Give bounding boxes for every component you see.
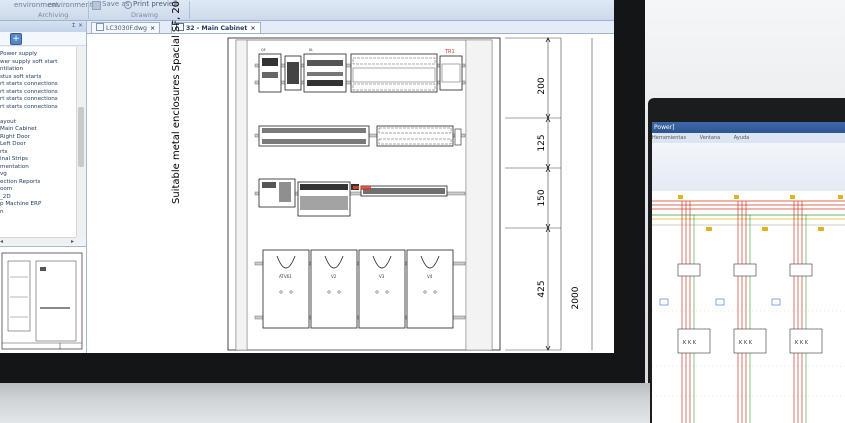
tree-item[interactable]: Power supply (0, 51, 37, 58)
document-tab-bar: LC3030F.dwg × 32 - Main Cabinet × (87, 21, 614, 34)
component-tag-tr1: TR1 (444, 49, 455, 55)
close-tab-icon[interactable]: × (150, 25, 155, 32)
drive-label-3: V3 (379, 274, 385, 279)
din-rail-row-3 (254, 178, 466, 217)
tree-item[interactable]: vg (0, 171, 7, 178)
group-label-archiving: Archiving (38, 11, 69, 19)
panel-toolbar: + (0, 32, 86, 46)
tab-lc3030f-dwg[interactable]: LC3030F.dwg × (91, 22, 161, 33)
drive-label-1: ATV61 (279, 274, 292, 279)
tree-item[interactable]: stus soft starts (0, 74, 41, 81)
secondary-ribbon (652, 143, 845, 192)
svg-text:K K K: K K K (795, 340, 809, 346)
tree-item[interactable]: p Machine ERP (0, 201, 41, 208)
ribbon-separator (189, 1, 190, 19)
dimension-total-2000: 2000 (571, 286, 581, 309)
tree-item[interactable]: ntilation (0, 66, 23, 73)
project-explorer-panel: ↥ × + Power supply wer supply soft start n… (0, 21, 87, 353)
dimension-150: 150 (537, 189, 547, 206)
tree-item[interactable]: rt starts connections (0, 96, 58, 103)
dwg-file-icon (96, 23, 104, 31)
tree-item[interactable]: wer supply soft start (0, 59, 58, 66)
main-monitor: environment environment Archiving Save a… (0, 0, 645, 383)
drawing-canvas[interactable]: Suitable metal enclosures Spacial SF, 20… (87, 0, 614, 353)
tree-item[interactable]: oom (0, 186, 12, 193)
dimension-125: 125 (537, 134, 547, 151)
project-tree: Power supply wer supply soft start ntilati… (0, 47, 76, 237)
din-rail-row-2 (254, 125, 466, 147)
secondary-menu-bar: Herramientas Ventana Ayuda (652, 133, 845, 143)
dimension-425: 425 (537, 280, 547, 297)
environment-button-2[interactable]: environment (48, 1, 93, 9)
svg-text:QF: QF (261, 48, 266, 52)
magnifier-icon (124, 1, 132, 9)
drive-label-2: V2 (331, 274, 337, 279)
tab-label: 32 - Main Cabinet (186, 25, 248, 32)
add-node-button[interactable]: + (10, 33, 22, 45)
menu-item-ventana[interactable]: Ventana (700, 135, 721, 141)
secondary-window: Power] Herramientas Ventana Ayuda K K K (652, 122, 845, 423)
tree-item[interactable]: rts (0, 149, 7, 156)
tree-item[interactable]: n (0, 209, 4, 216)
panel-header: ↥ × (0, 21, 86, 32)
cabinet-layout-drawing: TR1 QF KL ATV61 V2 V3 V4 200 125 150 425… (227, 37, 593, 351)
close-tab-icon[interactable]: × (250, 25, 255, 32)
tree-item[interactable]: rt starts connections (0, 81, 58, 88)
din-rail-row-1: TR1 QF KL (254, 48, 466, 93)
svg-text:K K K: K K K (683, 340, 697, 346)
cad-application-window: environment environment Archiving Save a… (0, 0, 614, 353)
menu-item-ayuda[interactable]: Ayuda (734, 135, 749, 141)
panel-pin-close-icons[interactable]: ↥ × (71, 22, 83, 29)
scroll-left-icon[interactable]: ◂ (0, 238, 3, 245)
save-as-icon (92, 1, 101, 10)
electrical-schematic: K K K K K K K K K (652, 195, 845, 423)
tree-vertical-scrollbar[interactable] (76, 47, 85, 237)
ribbon-toolbar: environment environment Archiving Save a… (0, 0, 614, 21)
svg-text:KL: KL (309, 48, 313, 52)
tree-item[interactable]: rt starts connections (0, 104, 58, 111)
tab-label: LC3030F.dwg (106, 25, 147, 32)
background-wall (620, 0, 845, 110)
tree-item[interactable]: Left Door (0, 141, 26, 148)
thumbnail-drawing (1, 252, 83, 350)
electrical-schematic-sheet: K K K K K K K K K (652, 191, 845, 423)
svg-text:K K K: K K K (739, 340, 753, 346)
tree-item[interactable]: inal Strips (0, 156, 28, 163)
tree-item[interactable]: Right Door (0, 134, 30, 141)
scrollbar-thumb[interactable] (78, 107, 84, 167)
ribbon-separator (88, 1, 89, 19)
tab-main-cabinet[interactable]: 32 - Main Cabinet × (171, 22, 261, 33)
drawing-thumbnail-preview[interactable] (0, 246, 86, 353)
tree-item[interactable]: mentation (0, 164, 29, 171)
group-label-drawing: Drawing (131, 11, 159, 19)
menu-item-herramientas[interactable]: Herramientas (652, 135, 686, 141)
tree-horizontal-scrollbar[interactable]: ◂ ▸ (0, 237, 76, 245)
tree-item[interactable]: ection Reports (0, 179, 40, 186)
tree-item[interactable]: rt starts connections (0, 89, 58, 96)
tree-item[interactable]: _2D (0, 194, 11, 201)
desk-reflection (0, 383, 650, 423)
drive-row: ATV61 V2 V3 V4 (254, 249, 466, 329)
secondary-window-title: Power] (652, 122, 845, 133)
drive-label-4: V4 (427, 274, 433, 279)
tree-item[interactable]: Main Cabinet (0, 126, 37, 133)
dimension-200: 200 (537, 77, 547, 94)
scroll-right-icon[interactable]: ▸ (71, 238, 74, 245)
tree-item[interactable]: ayout (0, 119, 16, 126)
